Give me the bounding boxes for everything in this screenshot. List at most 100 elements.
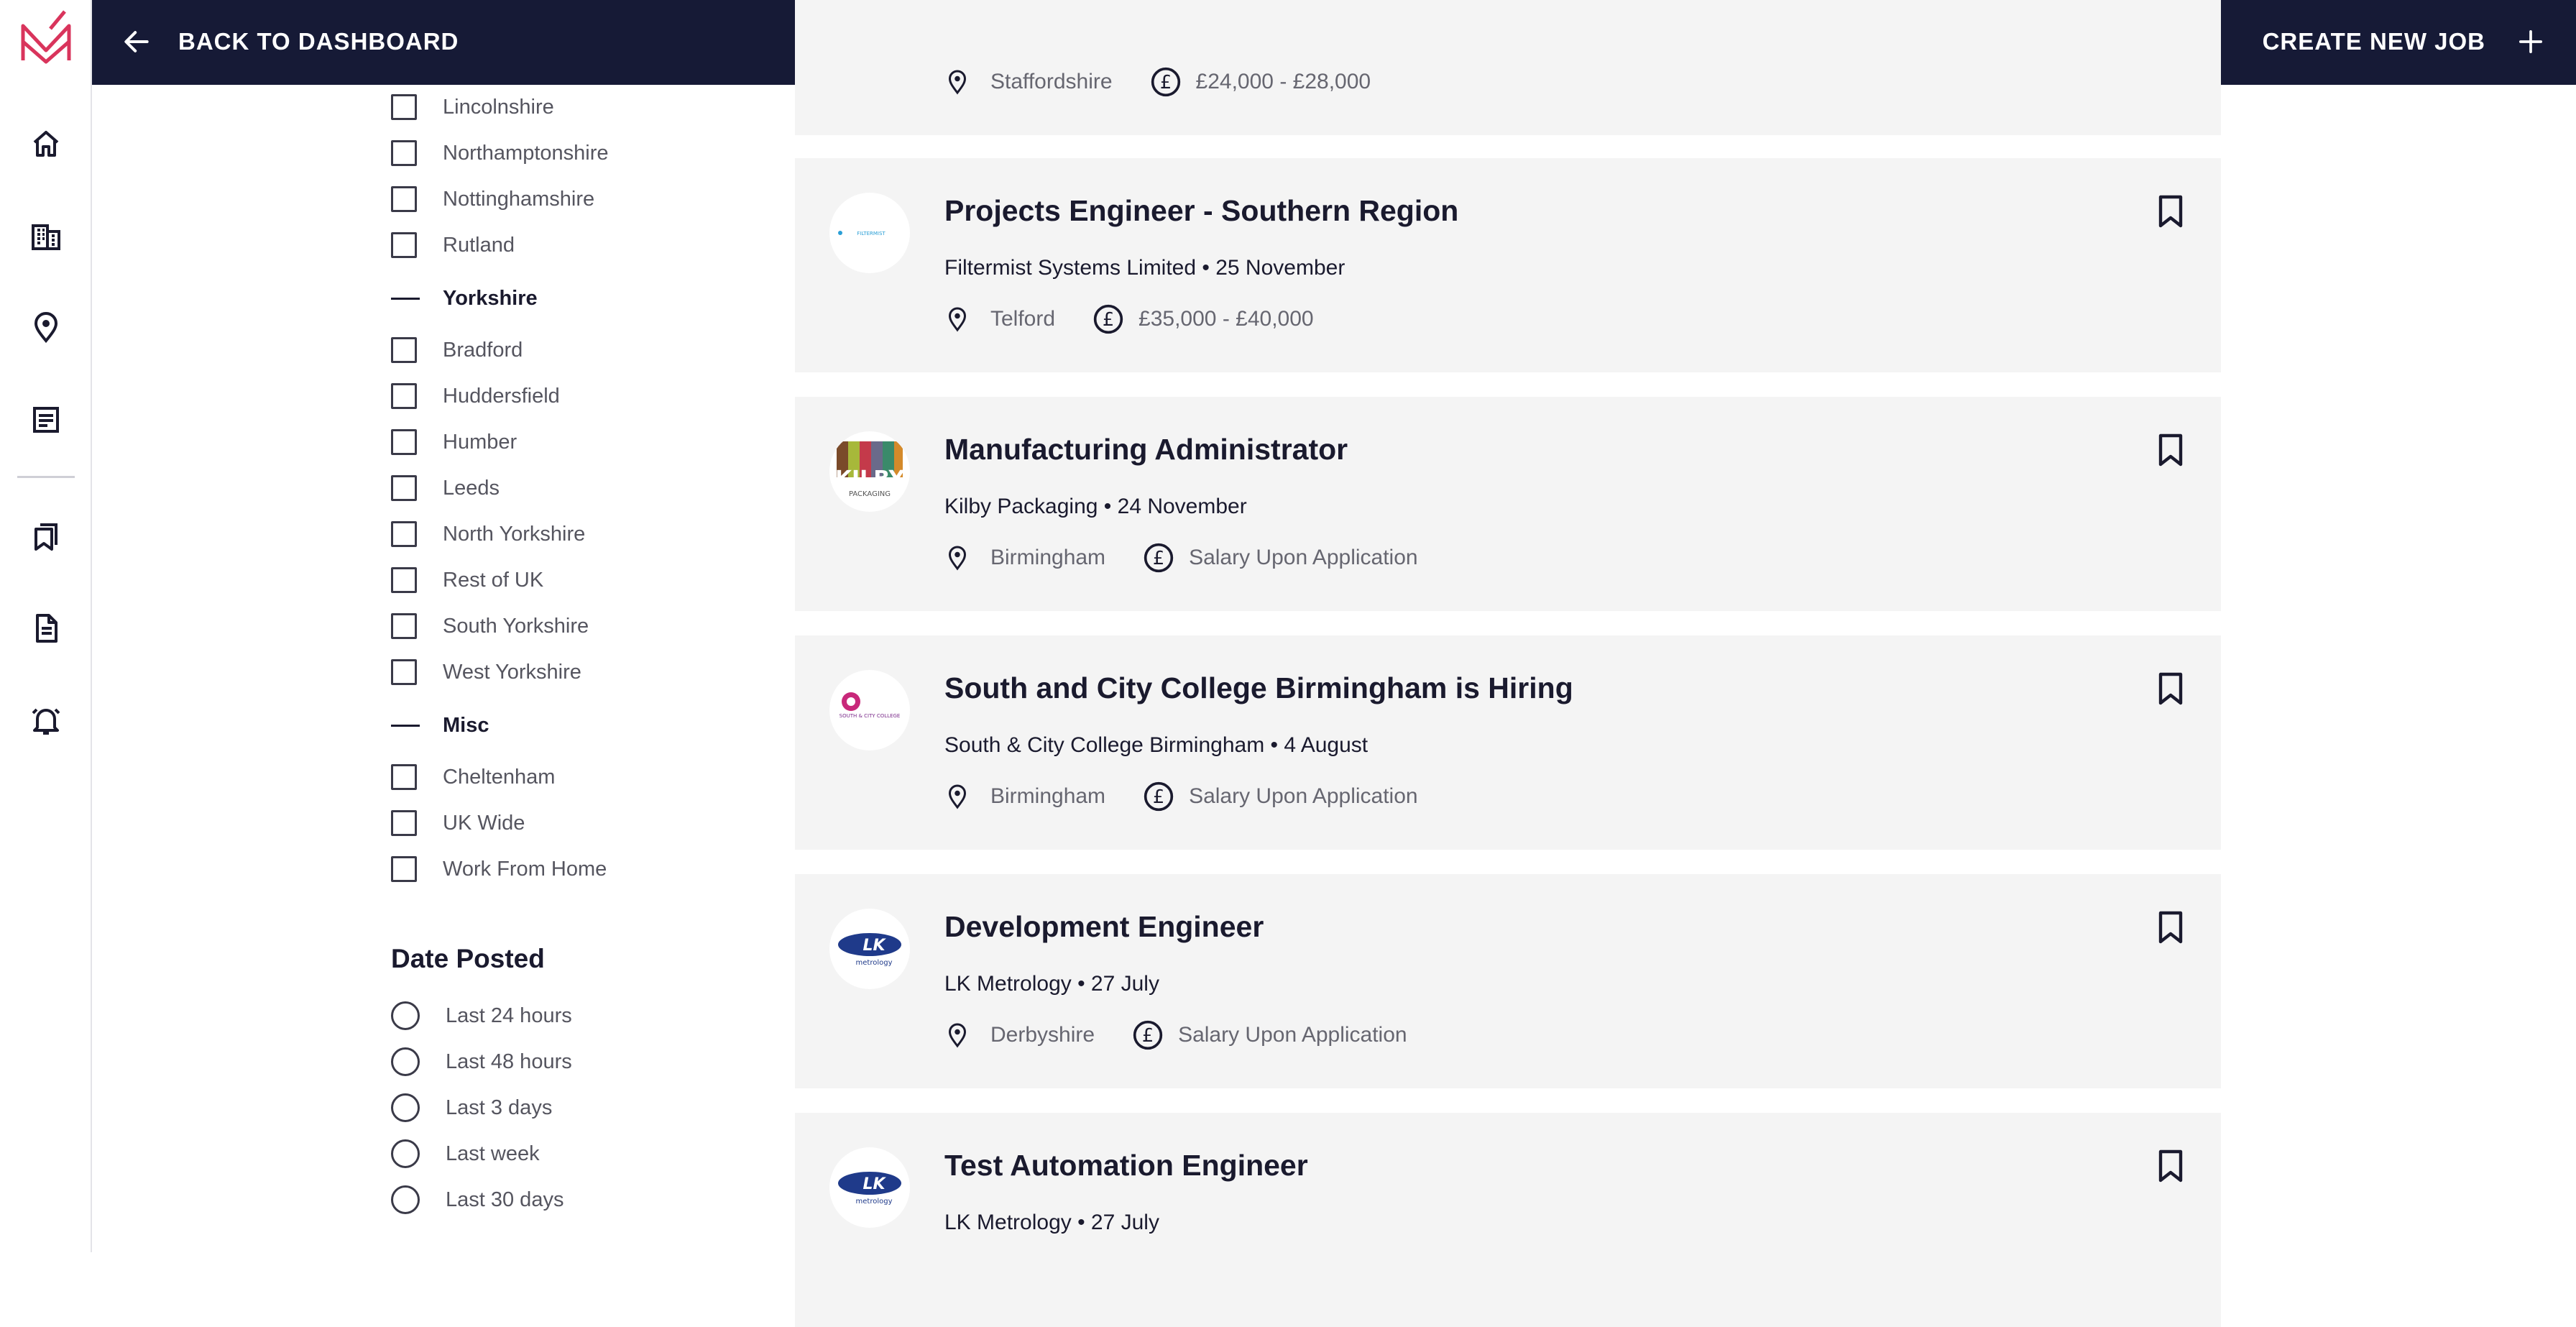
location-pin-icon	[948, 70, 967, 95]
document-list-icon[interactable]	[29, 403, 63, 437]
checkbox[interactable]	[391, 764, 417, 790]
location-pin-icon	[948, 1023, 967, 1048]
location-pin-icon	[948, 784, 967, 809]
job-card[interactable]: LK metrology Development Engineer LK Met…	[795, 874, 2221, 1088]
filter-label: Nottinghamshire	[443, 187, 595, 211]
job-card[interactable]: LK metrology Test Automation Engineer LK…	[795, 1113, 2221, 1327]
bookmark-icon[interactable]	[2156, 194, 2185, 229]
date-radio-row[interactable]: Last week	[391, 1139, 540, 1168]
job-salary: £24,000 - £28,000	[1195, 70, 1371, 93]
filter-checkbox-row[interactable]: Nottinghamshire	[391, 185, 594, 213]
job-title[interactable]: Test Automation Engineer	[944, 1149, 1308, 1183]
filter-label: Lincolnshire	[443, 95, 554, 119]
filter-label: North Yorkshire	[443, 522, 586, 546]
filter-label: Northamptonshire	[443, 141, 609, 165]
date-radio-row[interactable]: Last 48 hours	[391, 1047, 572, 1076]
checkbox[interactable]	[391, 232, 417, 258]
checkbox[interactable]	[391, 140, 417, 166]
filter-checkbox-row[interactable]: Rest of UK	[391, 566, 543, 594]
checkbox[interactable]	[391, 810, 417, 836]
filter-group-misc[interactable]: Misc	[391, 711, 489, 740]
radio-button[interactable]	[391, 1139, 420, 1168]
file-icon[interactable]	[29, 611, 63, 646]
checkbox[interactable]	[391, 567, 417, 593]
job-card[interactable]: KILBY PACKAGING Manufacturing Administra…	[795, 397, 2221, 611]
collapse-dash-icon	[391, 724, 420, 727]
svg-text:£: £	[1159, 72, 1171, 93]
checkbox[interactable]	[391, 475, 417, 501]
radio-button[interactable]	[391, 1001, 420, 1030]
bookmarks-icon[interactable]	[29, 519, 63, 554]
filter-label: Leeds	[443, 476, 500, 500]
checkbox[interactable]	[391, 186, 417, 212]
filter-checkbox-row[interactable]: Rutland	[391, 231, 515, 260]
svg-text:£: £	[1142, 1025, 1154, 1047]
job-title[interactable]: Manufacturing Administrator	[944, 433, 1348, 467]
filter-checkbox-row[interactable]: North Yorkshire	[391, 520, 585, 548]
checkbox[interactable]	[391, 94, 417, 120]
bookmark-icon[interactable]	[2156, 910, 2185, 945]
job-company-date: Filtermist Systems Limited • 25 November	[944, 256, 1346, 280]
job-salary: £35,000 - £40,000	[1138, 307, 1314, 331]
filter-checkbox-row[interactable]: Bradford	[391, 336, 523, 364]
filter-label: Work From Home	[443, 857, 607, 881]
create-new-job-button[interactable]: CREATE NEW JOB	[2263, 14, 2543, 69]
checkbox[interactable]	[391, 429, 417, 455]
job-location: Telford	[990, 307, 1056, 331]
job-card[interactable]: SOUTH & CITY COLLEGE South and City Coll…	[795, 635, 2221, 850]
job-title[interactable]: Development Engineer	[944, 910, 1264, 944]
job-title[interactable]: Projects Engineer - Southern Region	[944, 194, 1458, 228]
location-pin-icon[interactable]	[29, 311, 63, 345]
group-label: Yorkshire	[443, 286, 538, 310]
date-radio-row[interactable]: Last 3 days	[391, 1093, 552, 1122]
logo-icon[interactable]	[19, 10, 73, 68]
filter-checkbox-row[interactable]: West Yorkshire	[391, 658, 581, 687]
back-to-dashboard-button[interactable]: BACK TO DASHBOARD	[121, 14, 459, 69]
bookmark-icon[interactable]	[2156, 1149, 2185, 1183]
filter-checkbox-row[interactable]: Work From Home	[391, 855, 607, 883]
job-card[interactable]: FILTERMIST Projects Engineer - Southern …	[795, 158, 2221, 372]
filter-group-yorkshire[interactable]: Yorkshire	[391, 284, 538, 313]
job-title[interactable]: South and City College Birmingham is Hir…	[944, 671, 1573, 705]
bookmark-icon[interactable]	[2156, 671, 2185, 706]
svg-text:£: £	[1153, 786, 1164, 808]
college-logo-text: SOUTH & CITY COLLEGE	[840, 713, 901, 719]
date-radio-row[interactable]: Last 30 days	[391, 1185, 564, 1214]
radio-button[interactable]	[391, 1185, 420, 1214]
job-card[interactable]: Staffordshire £ £24,000 - £28,000	[795, 0, 2221, 135]
checkbox[interactable]	[391, 613, 417, 639]
create-new-job-label: CREATE NEW JOB	[2262, 28, 2485, 55]
job-location: Birmingham	[990, 546, 1106, 569]
radio-button[interactable]	[391, 1093, 420, 1122]
filter-checkbox-row[interactable]: UK Wide	[391, 809, 525, 837]
checkbox[interactable]	[391, 337, 417, 363]
filter-checkbox-row[interactable]: Lincolnshire	[391, 93, 554, 121]
pound-icon: £	[1092, 303, 1124, 335]
checkbox[interactable]	[391, 521, 417, 547]
checkbox[interactable]	[391, 856, 417, 882]
alarm-bell-icon[interactable]	[29, 703, 63, 738]
home-icon[interactable]	[29, 127, 63, 161]
filter-checkbox-row[interactable]: South Yorkshire	[391, 612, 589, 640]
checkbox[interactable]	[391, 659, 417, 685]
filtermist-logo-text: FILTERMIST	[857, 231, 886, 237]
filter-label: Bradford	[443, 338, 523, 362]
filter-label: Rest of UK	[443, 568, 544, 592]
date-radio-row[interactable]: Last 24 hours	[391, 1001, 572, 1030]
svg-text:LK: LK	[862, 1175, 886, 1193]
filters-panel: Lincolnshire Northamptonshire Nottingham…	[391, 85, 750, 1252]
job-location-salary: Telford £ £35,000 - £40,000	[944, 303, 1314, 335]
arrow-left-icon	[124, 31, 149, 52]
filter-checkbox-row[interactable]: Humber	[391, 428, 517, 456]
filter-checkbox-row[interactable]: Huddersfield	[391, 382, 560, 410]
filter-checkbox-row[interactable]: Leeds	[391, 474, 500, 502]
checkbox[interactable]	[391, 383, 417, 409]
bookmark-icon[interactable]	[2156, 433, 2185, 467]
radio-button[interactable]	[391, 1047, 420, 1076]
job-location: Staffordshire	[990, 70, 1113, 93]
filter-checkbox-row[interactable]: Northamptonshire	[391, 139, 609, 167]
filter-checkbox-row[interactable]: Cheltenham	[391, 763, 555, 791]
job-location: Birmingham	[990, 784, 1106, 808]
building-icon[interactable]	[29, 219, 63, 253]
job-salary: Salary Upon Application	[1189, 784, 1418, 808]
